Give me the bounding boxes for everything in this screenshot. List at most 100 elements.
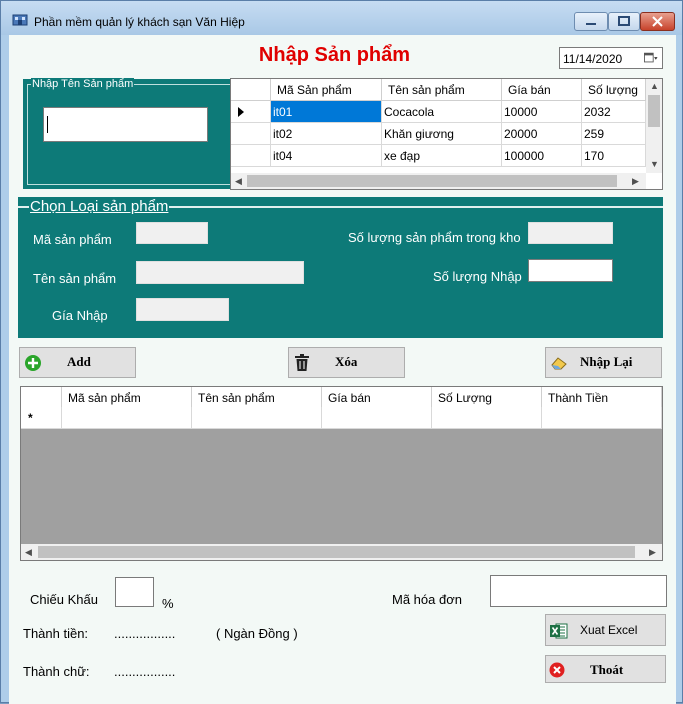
label-gia-nhap: Gía Nhập xyxy=(52,308,108,323)
scroll-down-icon[interactable]: ▼ xyxy=(650,159,659,169)
currency-label: ( Ngàn Đồng ) xyxy=(216,626,298,641)
window-title: Phần mềm quản lý khách sạn Văn Hiệp xyxy=(34,15,245,29)
scrollbar-thumb[interactable] xyxy=(247,175,617,187)
close-button[interactable] xyxy=(640,12,675,31)
ma-san-pham-field[interactable] xyxy=(136,222,208,244)
label-ma-san-pham: Mã sản phẩm xyxy=(33,232,112,247)
close-icon xyxy=(652,16,663,27)
table-cell[interactable]: 2032 xyxy=(582,101,646,123)
column-header-so-luong[interactable]: Số lượng xyxy=(582,79,646,101)
product-name-search-input[interactable] xyxy=(43,107,208,142)
percent-sign: % xyxy=(162,596,174,611)
label-so-luong-nhap: Số lượng Nhập xyxy=(433,269,522,284)
table-cell[interactable]: it04 xyxy=(271,145,382,167)
column-header-so-luong[interactable]: Số Lượng xyxy=(432,387,542,409)
table-cell[interactable]: 100000 xyxy=(502,145,582,167)
reset-button[interactable]: Nhập Lại xyxy=(545,347,662,378)
table-cell[interactable] xyxy=(432,407,542,429)
column-header-ma-sp[interactable]: Mã sản phẩm xyxy=(62,387,192,409)
add-button-label: Add xyxy=(67,354,91,369)
app-icon xyxy=(12,14,28,26)
table-cell[interactable]: it01 xyxy=(271,101,382,123)
row-selector[interactable] xyxy=(231,101,271,123)
scrollbar-thumb[interactable] xyxy=(648,95,660,127)
table-cell[interactable]: xe đạp xyxy=(382,145,502,167)
plus-circle-icon xyxy=(25,355,41,371)
minimize-icon xyxy=(586,23,596,25)
category-group-label: Chọn Loại sản phẩm xyxy=(29,198,170,215)
table-cell[interactable]: 259 xyxy=(582,123,646,145)
horizontal-scrollbar[interactable]: ◀ ▶ xyxy=(21,544,662,560)
words-value: ................. xyxy=(114,664,176,679)
column-header-thanh-tien[interactable]: Thành Tiền xyxy=(542,387,662,409)
column-header-ten-sp[interactable]: Tên sản phẩm xyxy=(192,387,322,409)
reset-button-label: Nhập Lại xyxy=(580,354,633,369)
table-cell[interactable] xyxy=(322,407,432,429)
scrollbar-thumb[interactable] xyxy=(38,546,635,558)
minimize-button[interactable] xyxy=(574,12,608,31)
exit-button[interactable]: Thoát xyxy=(545,655,666,683)
eraser-icon xyxy=(551,357,567,370)
text-cursor xyxy=(47,116,48,133)
table-cell[interactable]: Khăn giương xyxy=(382,123,502,145)
so-luong-kho-field[interactable] xyxy=(528,222,613,244)
scroll-left-icon[interactable]: ◀ xyxy=(235,176,242,187)
row-header-corner xyxy=(21,387,62,409)
export-excel-button[interactable]: Xuat Excel xyxy=(545,614,666,646)
invoice-input[interactable] xyxy=(490,575,667,607)
vertical-scrollbar[interactable]: ▲ ▼ xyxy=(646,79,662,173)
trash-icon xyxy=(295,354,309,371)
table-cell[interactable] xyxy=(192,407,322,429)
so-luong-nhap-field[interactable] xyxy=(528,259,613,282)
table-cell[interactable] xyxy=(542,407,662,429)
horizontal-scrollbar[interactable]: ◀ ▶ xyxy=(231,173,646,189)
new-row-marker[interactable]: * xyxy=(21,407,62,429)
maximize-button[interactable] xyxy=(608,12,640,31)
words-label: Thành chữ: xyxy=(23,664,90,679)
table-cell[interactable]: it02 xyxy=(271,123,382,145)
scroll-left-icon[interactable]: ◀ xyxy=(25,547,32,558)
form-client-area: Nhập Sản phẩm 11/14/2020 Nhập Tên Sản ph… xyxy=(9,35,676,704)
column-header-ten-sp[interactable]: Tên sản phẩm xyxy=(382,79,502,101)
delete-button-label: Xóa xyxy=(335,354,358,369)
table-cell[interactable]: Cocacola xyxy=(382,101,502,123)
column-header-ma-sp[interactable]: Mã Sản phẩm xyxy=(271,79,382,101)
ten-san-pham-field[interactable] xyxy=(136,261,304,284)
current-row-arrow-icon xyxy=(238,107,244,117)
invoice-label: Mã hóa đơn xyxy=(392,592,462,607)
scroll-right-icon[interactable]: ▶ xyxy=(649,547,656,558)
column-header-gia-ban[interactable]: Gía bán xyxy=(502,79,582,101)
order-grid[interactable]: Mã sản phẩm Tên sản phẩm Gía bán Số Lượn… xyxy=(20,386,663,561)
product-grid[interactable]: Mã Sản phẩm Tên sản phẩm Gía bán Số lượn… xyxy=(230,78,663,190)
calendar-dropdown-icon[interactable] xyxy=(644,51,658,65)
date-value: 11/14/2020 xyxy=(563,52,623,66)
label-so-luong-trong-kho: Số lượng sản phẩm trong kho xyxy=(348,230,521,245)
search-group-label: Nhập Tên Sản phẩm xyxy=(31,78,135,90)
delete-button[interactable]: Xóa xyxy=(288,347,405,378)
table-cell[interactable]: 20000 xyxy=(502,123,582,145)
table-cell[interactable] xyxy=(62,407,192,429)
maximize-icon xyxy=(618,16,630,26)
add-button[interactable]: Add xyxy=(19,347,136,378)
row-selector[interactable] xyxy=(231,123,271,145)
table-cell[interactable]: 170 xyxy=(582,145,646,167)
discount-label: Chiếu Khấu xyxy=(30,592,98,607)
export-excel-label: Xuat Excel xyxy=(580,623,638,637)
app-window: Phần mềm quản lý khách sạn Văn Hiệp Nhập… xyxy=(0,0,683,704)
title-bar[interactable]: Phần mềm quản lý khách sạn Văn Hiệp xyxy=(1,1,682,35)
category-group: Chọn Loại sản phẩm Mã sản phẩm Tên sản p… xyxy=(18,197,663,338)
scroll-up-icon[interactable]: ▲ xyxy=(650,81,659,91)
total-value: ................. xyxy=(114,626,176,641)
date-picker[interactable]: 11/14/2020 xyxy=(559,47,663,69)
total-label: Thành tiền: xyxy=(23,626,89,641)
label-ten-san-pham: Tên sản phẩm xyxy=(33,271,117,286)
scroll-right-icon[interactable]: ▶ xyxy=(632,176,639,187)
table-cell[interactable]: 10000 xyxy=(502,101,582,123)
excel-icon xyxy=(550,623,568,639)
exit-button-label: Thoát xyxy=(590,662,624,677)
gia-nhap-field[interactable] xyxy=(136,298,229,321)
column-header-gia-ban[interactable]: Gía bán xyxy=(322,387,432,409)
search-group: Nhập Tên Sản phẩm xyxy=(23,78,251,189)
row-selector[interactable] xyxy=(231,145,271,167)
discount-input[interactable] xyxy=(115,577,154,607)
